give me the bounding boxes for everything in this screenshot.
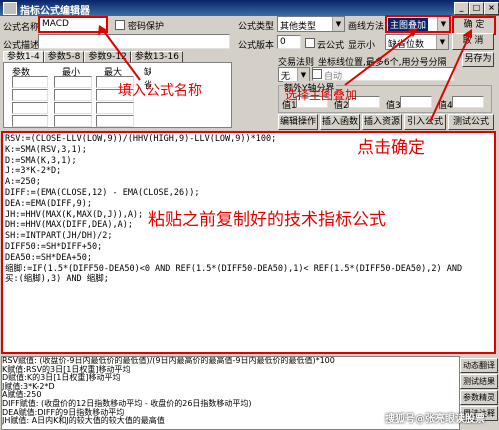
annotation-click-ok: 点击确定	[357, 138, 425, 158]
annotation-paste-code: 粘贴之前复制好的技术指标公式	[148, 210, 386, 230]
annotation-choose-overlay: 选择主图叠加	[285, 88, 358, 102]
annotation-fill-name: 填入公式名称	[118, 83, 202, 99]
